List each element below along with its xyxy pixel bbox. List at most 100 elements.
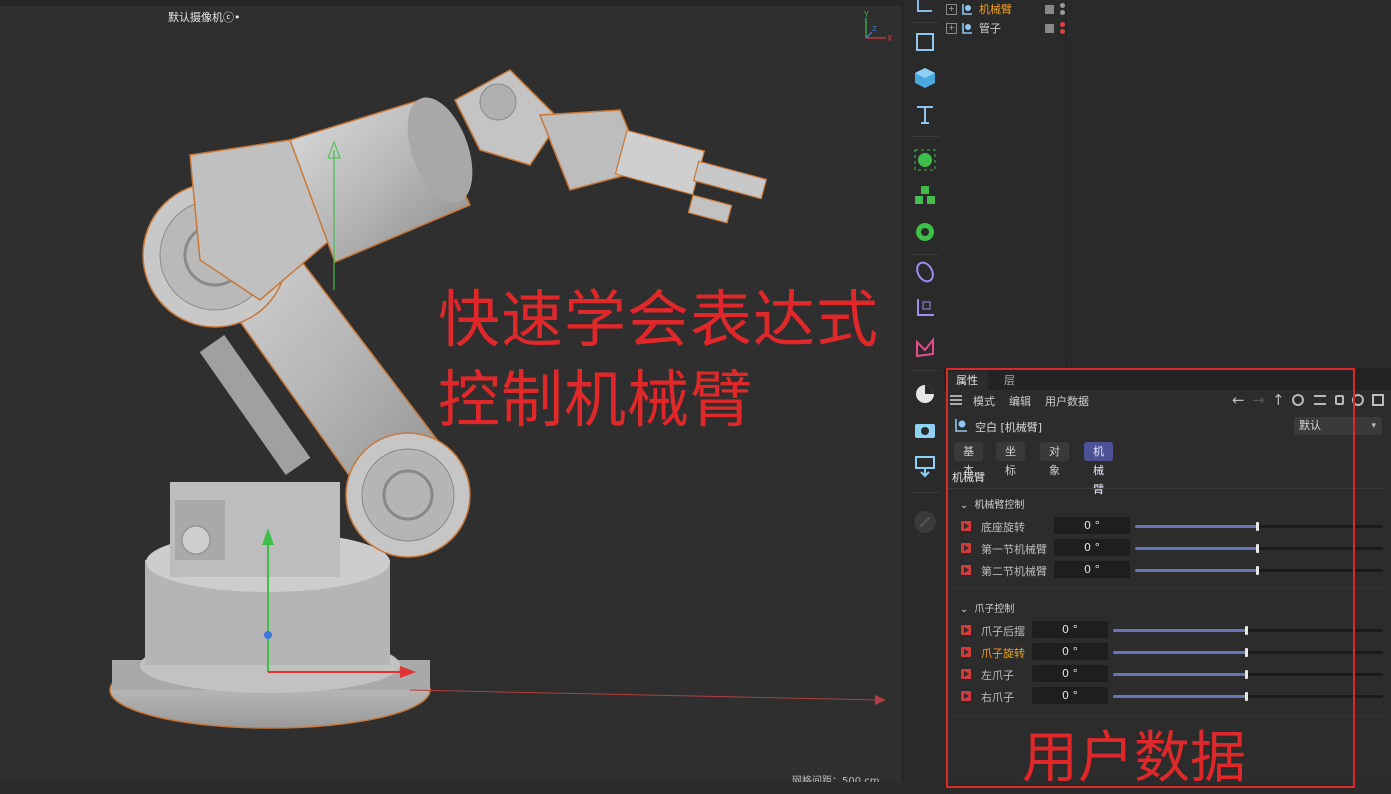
param-slider[interactable] [1135, 522, 1383, 531]
current-object-name: 空白 [机械臂] [975, 421, 1043, 434]
cloner-icon[interactable] [909, 180, 941, 212]
param-value-input[interactable]: 0 ° [1054, 561, 1130, 578]
deformer-icon[interactable] [909, 256, 941, 288]
param-slider[interactable] [1113, 626, 1383, 635]
keyframe-icon[interactable] [961, 669, 971, 679]
null-object-icon [961, 22, 973, 34]
coordinate-icon[interactable] [909, 0, 941, 22]
param-slider[interactable] [1135, 544, 1383, 553]
param-value-input[interactable]: 0 ° [1054, 539, 1130, 556]
param-base-rotation: 底座旋转 0 ° [958, 516, 1388, 536]
object-row-robot-arm[interactable]: + 机械臂 [946, 0, 1065, 18]
param-slider[interactable] [1135, 566, 1383, 575]
lock-icon[interactable] [1335, 395, 1344, 405]
forward-arrow-icon[interactable]: → [1252, 391, 1265, 409]
keyframe-icon[interactable] [961, 521, 971, 531]
keyframe-icon[interactable] [961, 625, 971, 635]
param-label: 第一节机械臂 [981, 543, 1047, 556]
user-data-caption: 用户数据 [1022, 726, 1246, 791]
spline-icon[interactable] [909, 144, 941, 176]
visibility-dots[interactable] [1060, 3, 1065, 15]
cube-icon[interactable] [909, 62, 941, 94]
vertical-toolbar [902, 0, 945, 782]
param-label: 底座旋转 [981, 521, 1025, 534]
gear-icon[interactable] [909, 216, 941, 248]
param-right-claw: 右爪子 0 ° [958, 686, 1388, 706]
preset-dropdown[interactable]: 默认 ▾ [1294, 417, 1382, 435]
param-value-input[interactable]: 0 ° [1032, 665, 1108, 682]
keyframe-icon[interactable] [961, 565, 971, 575]
chevron-down-icon: ▾ [1371, 421, 1376, 431]
chevron-down-icon: ⌄ [960, 604, 969, 615]
keyframe-icon[interactable] [961, 691, 971, 701]
chevron-down-icon: ⌄ [960, 500, 969, 511]
param-label: 右爪子 [981, 691, 1014, 704]
null-axis-icon[interactable] [909, 292, 941, 324]
param-slider[interactable] [1113, 692, 1383, 701]
tag-icon[interactable] [1045, 4, 1054, 14]
visibility-dots[interactable] [1060, 22, 1065, 34]
mesh-icon[interactable] [909, 332, 941, 364]
param-slider[interactable] [1113, 670, 1383, 679]
overlay-title-line1: 快速学会表达式 [438, 283, 880, 356]
overlay-title-line2: 控制机械臂 [438, 363, 754, 436]
subtab-coordinates[interactable]: 坐标 [996, 442, 1025, 477]
param-claw-rotation: 爪子旋转 0 ° [958, 642, 1388, 662]
search-icon[interactable] [1292, 394, 1304, 406]
param-value-input[interactable]: 0 ° [1032, 621, 1108, 638]
object-row-pipe[interactable]: + 管子 [946, 19, 1065, 37]
camera-icon[interactable] [909, 414, 941, 446]
toolbar-divider [911, 22, 939, 23]
param-label: 爪子旋转 [981, 647, 1025, 660]
menu-edit[interactable]: 编辑 [1009, 393, 1031, 409]
object-manager [944, 0, 1391, 367]
new-window-icon[interactable] [1372, 394, 1384, 406]
up-arrow-icon[interactable]: ↑ [1272, 391, 1285, 409]
back-arrow-icon[interactable]: ← [1232, 391, 1245, 409]
param-label: 左爪子 [981, 669, 1014, 682]
object-name[interactable]: 管子 [979, 20, 1045, 36]
hamburger-icon[interactable] [950, 395, 962, 405]
light-icon[interactable] [909, 450, 941, 482]
param-value-input[interactable]: 0 ° [1054, 517, 1130, 534]
target-icon[interactable] [1352, 394, 1364, 406]
object-name[interactable]: 机械臂 [979, 1, 1045, 17]
expand-icon[interactable]: + [946, 3, 957, 15]
group-arm-control[interactable]: ⌄ 机械臂控制 [960, 496, 1024, 511]
param-claw-back-swing: 爪子后摆 0 ° [958, 620, 1388, 640]
param-slider[interactable] [1113, 648, 1383, 657]
toolbar-divider [911, 370, 939, 371]
tag-icon[interactable] [1045, 23, 1054, 33]
null-object-icon [954, 418, 968, 435]
rectangle-icon[interactable] [909, 26, 941, 58]
attribute-menu-bar: 模式 编辑 用户数据 ← → ↑ [944, 390, 1391, 412]
object-manager-column-divider [1066, 0, 1067, 367]
toolbar-divider [911, 136, 939, 137]
keyframe-icon[interactable] [961, 647, 971, 657]
group-claw-control[interactable]: ⌄ 爪子控制 [960, 600, 1014, 615]
param-second-arm: 第二节机械臂 0 ° [958, 560, 1388, 580]
null-object-icon [961, 3, 973, 15]
group-divider [952, 716, 1386, 717]
tab-layers[interactable]: 层 [994, 371, 1025, 390]
param-left-claw: 左爪子 0 ° [958, 664, 1388, 684]
menu-user-data[interactable]: 用户数据 [1045, 393, 1089, 409]
expand-icon[interactable]: + [946, 22, 957, 34]
param-label: 第二节机械臂 [981, 565, 1047, 578]
section-title: 机械臂 [952, 471, 985, 484]
keyframe-icon[interactable] [961, 543, 971, 553]
disabled-icon [909, 506, 941, 538]
subtab-robot-arm[interactable]: 机械臂 [1084, 442, 1113, 496]
sky-icon[interactable] [909, 378, 941, 410]
subtab-basic[interactable]: 基本 [954, 442, 983, 477]
param-value-input[interactable]: 0 ° [1032, 687, 1108, 704]
menu-mode[interactable]: 模式 [973, 393, 995, 409]
filter-icon[interactable] [1314, 395, 1326, 405]
tab-attributes[interactable]: 属性 [946, 371, 988, 390]
attribute-tabs: 属性 层 [944, 368, 1391, 390]
subtab-object[interactable]: 对象 [1040, 442, 1069, 477]
text-icon[interactable] [909, 98, 941, 130]
3d-viewport[interactable]: 默认摄像机ⓒ• Y X Z 快速学会表达式 控制机械臂 网格间距：500 cm [0, 0, 902, 782]
group-divider [952, 588, 1386, 589]
param-value-input[interactable]: 0 ° [1032, 643, 1108, 660]
